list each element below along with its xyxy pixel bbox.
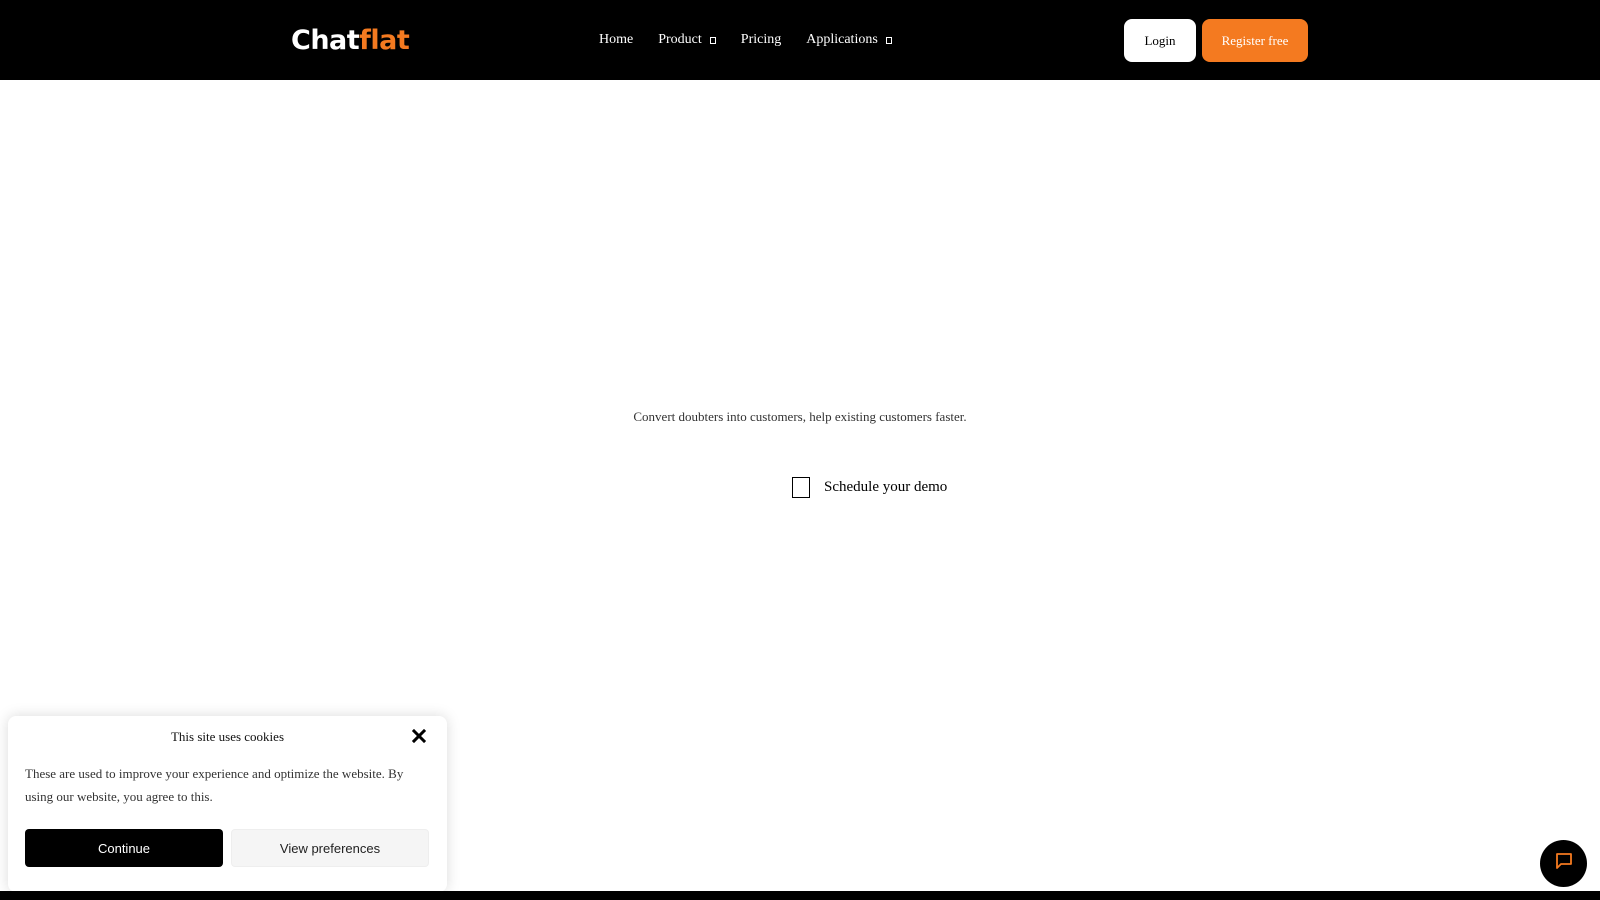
schedule-demo-label: Schedule your demo: [824, 479, 948, 495]
close-icon[interactable]: [411, 728, 427, 744]
logo-text-accent: flat: [359, 24, 410, 56]
site-header: Chat flat Home Product Pricing Applicatio…: [0, 0, 1600, 80]
cookie-dialog: This site uses cookies These are used to…: [8, 716, 447, 892]
page: Chat flat Home Product Pricing Applicatio…: [0, 0, 1600, 900]
cookie-dialog-title: This site uses cookies: [170, 729, 284, 744]
checkbox-icon: [792, 477, 810, 498]
register-free-button[interactable]: Register free: [1202, 19, 1308, 62]
chatflat-logo[interactable]: Chat flat: [291, 20, 410, 60]
dropdown-indicator-icon: [709, 36, 716, 44]
footer-edge: [0, 891, 1600, 900]
cookie-dialog-message: These are used to improve your experienc…: [25, 766, 404, 804]
nav-item-applications[interactable]: Applications: [806, 32, 892, 48]
chat-launcher-button[interactable]: [1540, 840, 1587, 887]
nav-item-label: Home: [599, 32, 634, 47]
dropdown-indicator-icon: [885, 36, 892, 44]
nav-item-home[interactable]: Home: [599, 32, 633, 48]
nav-item-label: Applications: [806, 32, 878, 47]
nav-item-pricing[interactable]: Pricing: [741, 32, 781, 48]
login-button[interactable]: Login: [1124, 19, 1196, 62]
logo-text-main: Chat: [291, 24, 360, 56]
nav-item-label: Product: [658, 32, 702, 47]
nav-item-product[interactable]: Product: [658, 32, 716, 48]
nav-item-label: Pricing: [740, 32, 782, 47]
view-preferences-button[interactable]: View preferences: [231, 829, 429, 867]
continue-button[interactable]: Continue: [25, 829, 223, 867]
chat-bubble-icon: [1554, 851, 1574, 876]
schedule-demo-link[interactable]: Schedule your demo: [792, 477, 947, 498]
hero-tagline: Convert doubters into customers, help ex…: [633, 409, 967, 424]
main-nav: Home Product Pricing Applications: [599, 28, 917, 52]
